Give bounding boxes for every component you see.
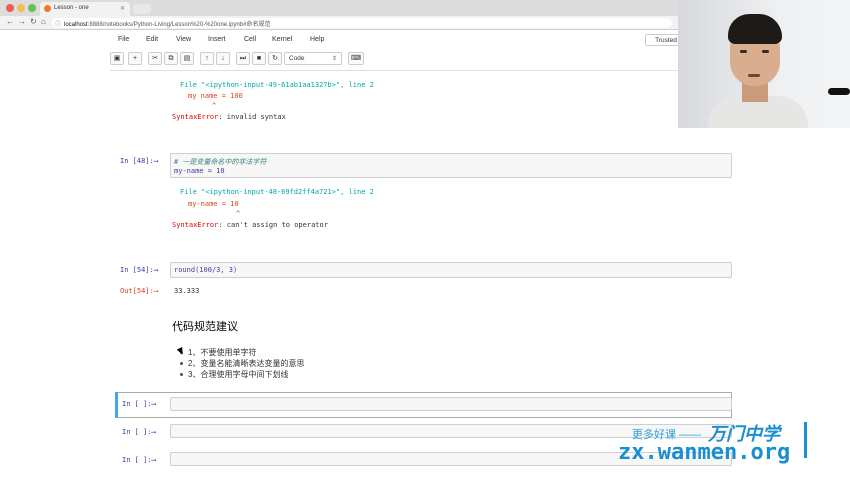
code-line: round(100/3, 3) (174, 266, 238, 274)
url-path: :8888/notebooks/Python-Living/Lesson%20-… (87, 22, 271, 28)
input-prompt: In [48]:⟶ (120, 157, 158, 165)
back-arrow-icon[interactable]: ← (6, 17, 14, 26)
new-tab-button[interactable] (133, 4, 151, 14)
watermark-url: zx.wanmen.org (618, 440, 791, 465)
watermark-bar (804, 422, 807, 458)
restart-icon[interactable]: ↻ (268, 52, 282, 65)
minimize-window-button[interactable] (17, 4, 25, 12)
move-down-icon[interactable]: ↓ (216, 52, 230, 65)
code-cell-input[interactable]: # 一是变量命名中的非法字符 my-name = 10 (170, 153, 732, 178)
traceback-caret: ^ (212, 102, 217, 110)
menu-edit[interactable]: Edit (146, 36, 158, 43)
address-bar[interactable]: ⓘ localhost:8888/notebooks/Python-Living… (52, 18, 672, 28)
notebook-menubar: File Edit View Insert Cell Kernel Help T… (110, 32, 687, 50)
presenter-eye (762, 50, 769, 53)
reload-icon[interactable]: ↻ (30, 17, 37, 26)
copy-icon[interactable]: ⧉ (164, 52, 178, 65)
code-line: my-name = 10 (174, 167, 225, 175)
list-item: 1、不要使用单字符 (180, 347, 256, 358)
input-prompt: In [ ]:⟶ (122, 456, 156, 464)
chevron-updown-icon: ⇕ (331, 56, 337, 62)
microphone-icon (828, 88, 850, 95)
menu-file[interactable]: File (118, 36, 129, 43)
save-icon[interactable]: ▣ (110, 52, 124, 65)
markdown-heading: 代码规范建议 (172, 321, 238, 333)
cell-type-value: Code (289, 55, 305, 62)
maximize-window-button[interactable] (28, 4, 36, 12)
list-item: 3、合理使用字母中间下划线 (180, 369, 288, 380)
code-comment: # 一是变量命名中的非法字符 (174, 158, 267, 166)
code-cell-input[interactable]: round(100/3, 3) (170, 262, 732, 278)
toolbar-divider (110, 70, 680, 71)
info-icon[interactable]: ⓘ (55, 19, 61, 28)
traceback-code-line: my name = 100 (188, 92, 243, 100)
empty-code-cell[interactable] (170, 397, 732, 411)
menu-help[interactable]: Help (310, 36, 324, 43)
presenter-eye (740, 50, 747, 53)
url-host: localhost (64, 22, 88, 28)
presenter-mouth (748, 74, 760, 77)
jupyter-favicon-icon (44, 5, 51, 12)
input-prompt: In [ ]:⟶ (122, 428, 156, 436)
presenter-hair (728, 14, 782, 44)
close-tab-icon[interactable]: ✕ (120, 5, 125, 12)
forward-arrow-icon[interactable]: → (18, 17, 26, 26)
input-prompt: In [54]:⟶ (120, 266, 158, 274)
syntax-error-line: SyntaxError: invalid syntax (172, 113, 286, 121)
browser-tab[interactable]: Lesson - one ✕ (40, 2, 130, 16)
run-icon[interactable]: ⏭ (236, 52, 250, 65)
cut-icon[interactable]: ✂ (148, 52, 162, 65)
syntax-error-line: SyntaxError: can't assign to operator (172, 221, 328, 229)
menu-kernel[interactable]: Kernel (272, 36, 292, 43)
cell-type-select[interactable]: Code ⇕ (284, 52, 342, 65)
menu-cell[interactable]: Cell (244, 36, 256, 43)
keyboard-icon[interactable]: ⌨ (348, 52, 364, 65)
menu-insert[interactable]: Insert (208, 36, 226, 43)
traceback-file-line: File "<ipython-input-48-69fd2ff4a721>", … (180, 188, 374, 196)
paste-icon[interactable]: ▤ (180, 52, 194, 65)
home-icon[interactable]: ⌂ (41, 17, 46, 26)
insert-cell-icon[interactable]: + (128, 52, 142, 65)
traceback-code-line: my-name = 10 (188, 200, 239, 208)
notebook-toolbar: ▣ + ✂ ⧉ ▤ ↑ ↓ ⏭ ■ ↻ Code ⇕ ⌨ (110, 51, 680, 67)
menu-view[interactable]: View (176, 36, 191, 43)
tab-title: Lesson - one (54, 5, 89, 11)
move-up-icon[interactable]: ↑ (200, 52, 214, 65)
output-prompt: Out[54]:⟶ (120, 287, 158, 295)
stop-icon[interactable]: ■ (252, 52, 266, 65)
list-item: 2、变量名能清晰表达变量的意思 (180, 358, 304, 369)
cell-output: 33.333 (174, 287, 200, 295)
close-window-button[interactable] (6, 4, 14, 12)
traceback-caret: ^ (236, 210, 241, 218)
input-prompt: In [ ]:⟶ (122, 400, 156, 408)
traceback-file-line: File "<ipython-input-49-61ab1aa1327b>", … (180, 81, 374, 89)
webcam-overlay (678, 0, 850, 128)
